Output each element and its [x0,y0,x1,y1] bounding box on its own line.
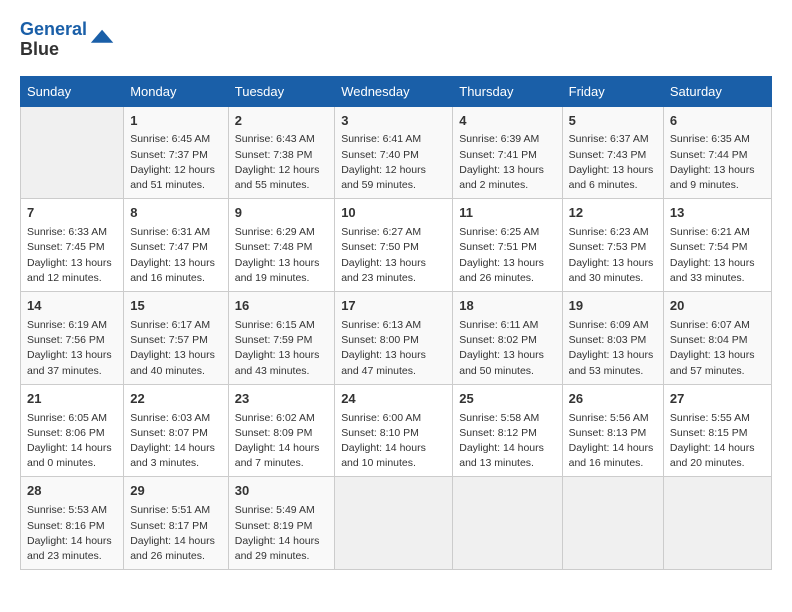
day-number: 21 [27,390,117,409]
weekday-header-wednesday: Wednesday [335,76,453,106]
calendar-cell: 28Sunrise: 5:53 AMSunset: 8:16 PMDayligh… [21,477,124,570]
day-number: 7 [27,204,117,223]
calendar-cell: 18Sunrise: 6:11 AMSunset: 8:02 PMDayligh… [453,292,562,385]
day-number: 3 [341,112,446,131]
calendar-cell: 9Sunrise: 6:29 AMSunset: 7:48 PMDaylight… [228,199,334,292]
calendar-cell: 6Sunrise: 6:35 AMSunset: 7:44 PMDaylight… [663,106,771,199]
day-number: 5 [569,112,657,131]
day-number: 22 [130,390,222,409]
weekday-header-tuesday: Tuesday [228,76,334,106]
day-number: 8 [130,204,222,223]
weekday-header-friday: Friday [562,76,663,106]
calendar-cell: 7Sunrise: 6:33 AMSunset: 7:45 PMDaylight… [21,199,124,292]
day-number: 12 [569,204,657,223]
calendar-cell: 29Sunrise: 5:51 AMSunset: 8:17 PMDayligh… [124,477,229,570]
calendar-cell: 30Sunrise: 5:49 AMSunset: 8:19 PMDayligh… [228,477,334,570]
day-number: 28 [27,482,117,501]
day-number: 30 [235,482,328,501]
calendar-cell: 19Sunrise: 6:09 AMSunset: 8:03 PMDayligh… [562,292,663,385]
calendar-cell: 17Sunrise: 6:13 AMSunset: 8:00 PMDayligh… [335,292,453,385]
calendar-week-row: 7Sunrise: 6:33 AMSunset: 7:45 PMDaylight… [21,199,772,292]
calendar-week-row: 1Sunrise: 6:45 AMSunset: 7:37 PMDaylight… [21,106,772,199]
day-number: 17 [341,297,446,316]
calendar-cell [21,106,124,199]
weekday-header-row: SundayMondayTuesdayWednesdayThursdayFrid… [21,76,772,106]
calendar-cell: 13Sunrise: 6:21 AMSunset: 7:54 PMDayligh… [663,199,771,292]
day-number: 15 [130,297,222,316]
calendar-cell: 4Sunrise: 6:39 AMSunset: 7:41 PMDaylight… [453,106,562,199]
day-number: 10 [341,204,446,223]
calendar-cell [663,477,771,570]
calendar-cell: 8Sunrise: 6:31 AMSunset: 7:47 PMDaylight… [124,199,229,292]
calendar-cell [335,477,453,570]
calendar-cell: 15Sunrise: 6:17 AMSunset: 7:57 PMDayligh… [124,292,229,385]
day-number: 27 [670,390,765,409]
day-number: 2 [235,112,328,131]
day-number: 25 [459,390,555,409]
logo: GeneralBlue [20,20,117,60]
calendar-week-row: 21Sunrise: 6:05 AMSunset: 8:06 PMDayligh… [21,384,772,477]
day-number: 1 [130,112,222,131]
calendar-cell: 12Sunrise: 6:23 AMSunset: 7:53 PMDayligh… [562,199,663,292]
weekday-header-saturday: Saturday [663,76,771,106]
weekday-header-thursday: Thursday [453,76,562,106]
calendar-cell: 25Sunrise: 5:58 AMSunset: 8:12 PMDayligh… [453,384,562,477]
calendar-cell: 1Sunrise: 6:45 AMSunset: 7:37 PMDaylight… [124,106,229,199]
calendar-cell: 27Sunrise: 5:55 AMSunset: 8:15 PMDayligh… [663,384,771,477]
day-number: 13 [670,204,765,223]
weekday-header-sunday: Sunday [21,76,124,106]
day-number: 14 [27,297,117,316]
calendar-week-row: 14Sunrise: 6:19 AMSunset: 7:56 PMDayligh… [21,292,772,385]
calendar-cell: 5Sunrise: 6:37 AMSunset: 7:43 PMDaylight… [562,106,663,199]
calendar-cell [562,477,663,570]
day-number: 16 [235,297,328,316]
day-number: 20 [670,297,765,316]
calendar-cell: 21Sunrise: 6:05 AMSunset: 8:06 PMDayligh… [21,384,124,477]
day-number: 24 [341,390,446,409]
day-number: 18 [459,297,555,316]
day-number: 4 [459,112,555,131]
day-number: 6 [670,112,765,131]
calendar-cell: 22Sunrise: 6:03 AMSunset: 8:07 PMDayligh… [124,384,229,477]
calendar-cell: 11Sunrise: 6:25 AMSunset: 7:51 PMDayligh… [453,199,562,292]
calendar-cell: 10Sunrise: 6:27 AMSunset: 7:50 PMDayligh… [335,199,453,292]
day-number: 11 [459,204,555,223]
day-number: 23 [235,390,328,409]
calendar-cell [453,477,562,570]
calendar-cell: 23Sunrise: 6:02 AMSunset: 8:09 PMDayligh… [228,384,334,477]
day-number: 19 [569,297,657,316]
calendar-cell: 16Sunrise: 6:15 AMSunset: 7:59 PMDayligh… [228,292,334,385]
logo-text: GeneralBlue [20,20,87,60]
page-header: GeneralBlue [20,20,772,60]
calendar-cell: 3Sunrise: 6:41 AMSunset: 7:40 PMDaylight… [335,106,453,199]
calendar-week-row: 28Sunrise: 5:53 AMSunset: 8:16 PMDayligh… [21,477,772,570]
calendar-cell: 14Sunrise: 6:19 AMSunset: 7:56 PMDayligh… [21,292,124,385]
logo-icon [89,26,117,54]
calendar-cell: 24Sunrise: 6:00 AMSunset: 8:10 PMDayligh… [335,384,453,477]
day-number: 9 [235,204,328,223]
calendar-cell: 2Sunrise: 6:43 AMSunset: 7:38 PMDaylight… [228,106,334,199]
day-number: 29 [130,482,222,501]
calendar-cell: 20Sunrise: 6:07 AMSunset: 8:04 PMDayligh… [663,292,771,385]
day-number: 26 [569,390,657,409]
calendar-table: SundayMondayTuesdayWednesdayThursdayFrid… [20,76,772,571]
calendar-cell: 26Sunrise: 5:56 AMSunset: 8:13 PMDayligh… [562,384,663,477]
weekday-header-monday: Monday [124,76,229,106]
